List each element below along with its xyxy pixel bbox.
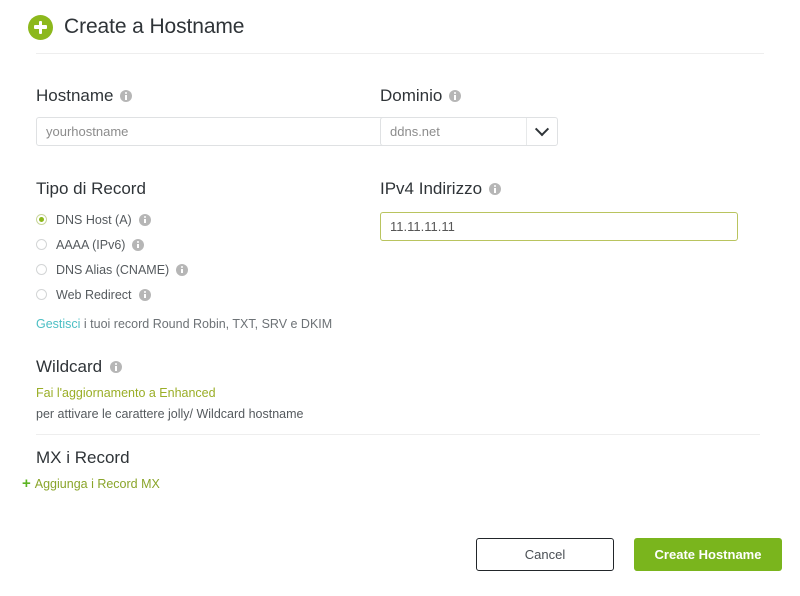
- dns-host-a-info-icon[interactable]: [138, 213, 151, 226]
- hostname-info-icon[interactable]: [120, 90, 133, 102]
- ipv4-label-group: IPv4 Indirizzo: [380, 179, 738, 199]
- radio-label-aaaa-ipv6: AAAA (IPv6): [56, 237, 126, 252]
- record-type-label: Tipo di Record: [36, 179, 146, 198]
- radio-row-web-redirect[interactable]: Web Redirect: [36, 282, 380, 307]
- radio-row-dns-host-a[interactable]: DNS Host (A): [36, 207, 380, 232]
- wildcard-description: per attivare le carattere jolly/ Wildcar…: [36, 407, 304, 421]
- ipv4-info-icon[interactable]: [489, 183, 502, 195]
- wildcard-upgrade-link[interactable]: Fai l'aggiornamento a Enhanced: [36, 386, 800, 400]
- hostname-input[interactable]: [36, 117, 394, 146]
- row-hostname-domain: Hostname Dominio ddns.net: [0, 86, 800, 146]
- domain-label: Dominio: [380, 86, 443, 105]
- hostname-label-group: Hostname: [36, 86, 380, 106]
- add-mx-record-button[interactable]: + Aggiunga i Record MX: [22, 476, 160, 491]
- wildcard-info-icon[interactable]: [110, 361, 123, 373]
- ipv4-input[interactable]: [380, 212, 738, 241]
- radio-row-dns-alias-cname[interactable]: DNS Alias (CNAME): [36, 257, 380, 282]
- domain-select-value: ddns.net: [390, 124, 440, 139]
- add-mx-record-label: Aggiunga i Record MX: [34, 476, 160, 491]
- page-header: Create a Hostname: [0, 0, 800, 40]
- radio-label-dns-alias-cname: DNS Alias (CNAME): [56, 262, 170, 277]
- record-type-options: DNS Host (A) AAAA (IPv6) DNS Alias (CNAM…: [36, 207, 380, 307]
- create-hostname-button[interactable]: Create Hostname: [634, 538, 782, 571]
- footer-actions: Cancel Create Hostname: [0, 538, 800, 571]
- plus-icon: +: [22, 475, 31, 492]
- chevron-down-icon[interactable]: [527, 121, 557, 137]
- radio-label-dns-host-a: DNS Host (A): [56, 212, 132, 227]
- manage-records-link[interactable]: Gestisci: [36, 317, 80, 331]
- cancel-button[interactable]: Cancel: [476, 538, 614, 571]
- hostname-label: Hostname: [36, 86, 114, 105]
- form-area: Hostname Dominio ddns.net Tipo di Record: [0, 53, 800, 421]
- radio-label-web-redirect: Web Redirect: [56, 287, 132, 302]
- radio-dns-alias-cname[interactable]: [36, 264, 47, 275]
- domain-field-group: Dominio ddns.net: [380, 86, 558, 146]
- record-type-group: Tipo di Record DNS Host (A) AAAA (IPv6) …: [0, 179, 380, 331]
- page-title: Create a Hostname: [64, 15, 245, 38]
- row-recordtype-ipv4: Tipo di Record DNS Host (A) AAAA (IPv6) …: [0, 179, 800, 331]
- manage-records-text: i tuoi record Round Robin, TXT, SRV e DK…: [80, 317, 333, 331]
- hostname-field-group: Hostname: [0, 86, 394, 146]
- plus-circle-icon: [28, 14, 53, 40]
- radio-web-redirect[interactable]: [36, 289, 47, 300]
- domain-info-icon[interactable]: [449, 90, 462, 102]
- mx-records-title: MX i Record: [36, 448, 130, 467]
- wildcard-label: Wildcard: [36, 357, 103, 376]
- ipv4-label: IPv4 Indirizzo: [380, 179, 483, 198]
- ipv4-field-group: IPv4 Indirizzo: [380, 179, 738, 331]
- domain-label-group: Dominio: [380, 86, 558, 106]
- mx-section-divider: [36, 434, 760, 435]
- dns-alias-cname-info-icon[interactable]: [176, 263, 189, 276]
- aaaa-ipv6-info-icon[interactable]: [132, 238, 145, 251]
- radio-dns-host-a[interactable]: [36, 214, 47, 225]
- radio-row-aaaa-ipv6[interactable]: AAAA (IPv6): [36, 232, 380, 257]
- manage-records-line: Gestisci i tuoi record Round Robin, TXT,…: [36, 317, 380, 331]
- wildcard-section: Wildcard Fai l'aggiornamento a Enhanced …: [0, 357, 800, 421]
- wildcard-label-group: Wildcard: [36, 357, 800, 377]
- mx-records-section: MX i Record + Aggiunga i Record MX: [22, 448, 160, 491]
- domain-select[interactable]: ddns.net: [380, 117, 558, 146]
- web-redirect-info-icon[interactable]: [138, 288, 151, 301]
- radio-aaaa-ipv6[interactable]: [36, 239, 47, 250]
